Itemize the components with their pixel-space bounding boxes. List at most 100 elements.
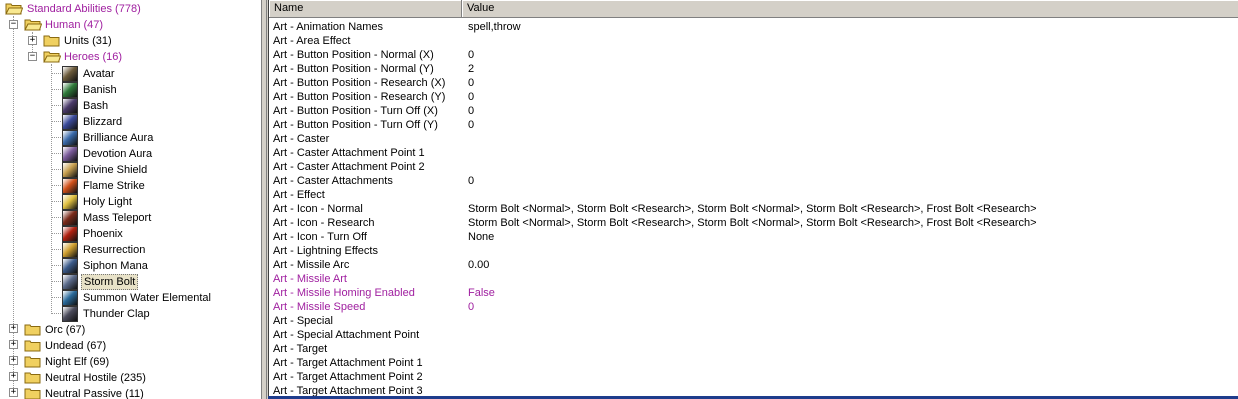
property-row[interactable]: Art - Lightning Effects [269,244,1238,258]
tree-node-ability[interactable]: Summon Water Elemental [81,290,213,306]
tree-node-ability[interactable]: Devotion Aura [81,146,154,162]
property-row[interactable]: Art - Caster [269,132,1238,146]
property-value[interactable]: 0.00 [468,258,489,272]
property-name: Art - Special Attachment Point [273,329,420,341]
object-tree[interactable]: Standard Abilities (778) − Human (47) + … [0,0,262,399]
property-row[interactable]: Art - Button Position - Turn Off (X) 0 [269,104,1238,118]
property-row[interactable]: Art - Target Attachment Point 1 [269,356,1238,370]
property-row[interactable]: Art - Icon - Research Storm Bolt <Normal>… [269,216,1238,230]
tree-node-race[interactable]: Night Elf (69) [43,354,111,370]
tree-node-units[interactable]: Units (31) [62,33,114,49]
property-row[interactable]: Art - Missile Arc 0.00 [269,258,1238,272]
tree-connector [51,64,52,314]
tree-node-race[interactable]: Neutral Hostile (235) [43,370,148,386]
property-name: Art - Missile Speed [273,301,366,313]
property-value[interactable]: Storm Bolt <Normal>, Storm Bolt <Researc… [468,202,1037,216]
property-row[interactable]: Art - Button Position - Research (X) 0 [269,76,1238,90]
tree-node-ability[interactable]: Phoenix [81,226,125,242]
property-value[interactable]: 0 [468,90,474,104]
property-row[interactable]: Art - Target [269,342,1238,356]
property-row[interactable]: Art - Button Position - Research (Y) 0 [269,90,1238,104]
property-value[interactable]: False [468,286,495,300]
tree-connector [52,153,61,154]
property-value[interactable]: Storm Bolt <Normal>, Storm Bolt <Researc… [468,216,1037,230]
tree-node-ability[interactable]: Bash [81,98,110,114]
expand-toggle[interactable]: + [9,388,18,397]
property-row[interactable]: Art - Area Effect [269,34,1238,48]
property-row[interactable]: Art - Icon - Normal Storm Bolt <Normal>, … [269,202,1238,216]
property-row[interactable]: Art - Target Attachment Point 2 [269,370,1238,384]
property-row[interactable]: Art - Caster Attachment Point 1 [269,146,1238,160]
property-value[interactable]: None [468,230,494,244]
tree-node-ability[interactable]: Banish [81,82,119,98]
tree-node-ability[interactable]: Brilliance Aura [81,130,155,146]
tree-connector [52,121,61,122]
collapse-heroes-toggle[interactable]: − [28,52,37,61]
property-name: Art - Icon - Turn Off [273,231,367,243]
property-name: Art - Area Effect [273,35,351,47]
property-value[interactable]: spell,throw [468,20,521,34]
divine-shield-icon [62,162,78,178]
property-row[interactable]: Art - Effect [269,188,1238,202]
pane-splitter[interactable] [262,0,267,399]
column-header-value[interactable]: Value [462,0,1238,18]
property-name: Art - Button Position - Turn Off (X) [273,105,438,117]
property-row[interactable]: Art - Caster Attachments 0 [269,174,1238,188]
expand-toggle[interactable]: + [9,340,18,349]
tree-node-ability[interactable]: Thunder Clap [81,306,152,322]
property-row[interactable]: Art - Button Position - Normal (X) 0 [269,48,1238,62]
property-name: Art - Special [273,315,333,327]
property-value[interactable]: 0 [468,104,474,118]
property-name: Art - Button Position - Research (X) [273,77,446,89]
property-row[interactable]: Art - Caster Attachment Point 2 [269,160,1238,174]
folder-open-icon [5,2,24,15]
column-header-name[interactable]: Name [269,0,462,18]
tree-node-ability[interactable]: Flame Strike [81,178,147,194]
property-value[interactable]: 0 [468,174,474,188]
property-value[interactable]: 0 [468,118,474,132]
expand-toggle[interactable]: + [9,372,18,381]
property-row[interactable]: Art - Missile Art [269,272,1238,286]
tree-connector [52,201,61,202]
property-row[interactable]: Art - Missile Speed 0 [269,300,1238,314]
tree-connector [52,281,61,282]
tree-node-human[interactable]: Human (47) [43,17,105,33]
property-row[interactable]: Art - Button Position - Turn Off (Y) 0 [269,118,1238,132]
property-value[interactable]: 0 [468,300,474,314]
property-row[interactable]: Art - Missile Homing Enabled False [269,286,1238,300]
tree-node-ability[interactable]: Avatar [81,66,117,82]
tree-node-ability[interactable]: Storm Bolt [81,274,139,290]
property-value[interactable]: 0 [468,76,474,90]
tree-node-ability[interactable]: Resurrection [81,242,147,258]
tree-node-ability[interactable]: Blizzard [81,114,124,130]
property-value[interactable]: 2 [468,62,474,76]
tree-node-race[interactable]: Undead (67) [43,338,108,354]
tree-node-heroes[interactable]: Heroes (16) [62,49,124,65]
avatar-icon [62,66,78,82]
tree-node-ability[interactable]: Divine Shield [81,162,149,178]
water-elemental-icon [62,290,78,306]
tree-node-race[interactable]: Orc (67) [43,322,87,338]
expand-units-toggle[interactable]: + [28,36,37,45]
tree-connector [52,297,61,298]
collapse-human-toggle[interactable]: − [9,20,18,29]
property-name: Art - Missile Art [273,273,347,285]
property-row[interactable]: Art - Special Attachment Point [269,328,1238,342]
property-value[interactable]: 0 [468,48,474,62]
tree-root-label[interactable]: Standard Abilities (778) [25,1,143,17]
property-name: Art - Caster Attachment Point 2 [273,161,425,173]
tree-node-ability[interactable]: Mass Teleport [81,210,153,226]
property-row[interactable]: Art - Icon - Turn Off None [269,230,1238,244]
expand-toggle[interactable]: + [9,356,18,365]
property-row[interactable]: Art - Button Position - Normal (Y) 2 [269,62,1238,76]
mass-teleport-icon [62,210,78,226]
expand-toggle[interactable]: + [9,324,18,333]
tree-node-race[interactable]: Neutral Passive (11) [43,386,146,399]
property-row[interactable]: Art - Animation Names spell,throw [269,20,1238,34]
tree-node-ability[interactable]: Holy Light [81,194,134,210]
flame-strike-icon [62,178,78,194]
property-name: Art - Target Attachment Point 2 [273,371,423,383]
property-row[interactable]: Art - Special [269,314,1238,328]
tree-node-ability[interactable]: Siphon Mana [81,258,150,274]
property-grid[interactable]: Name Value Art - Animation Names spell,th… [268,0,1238,399]
